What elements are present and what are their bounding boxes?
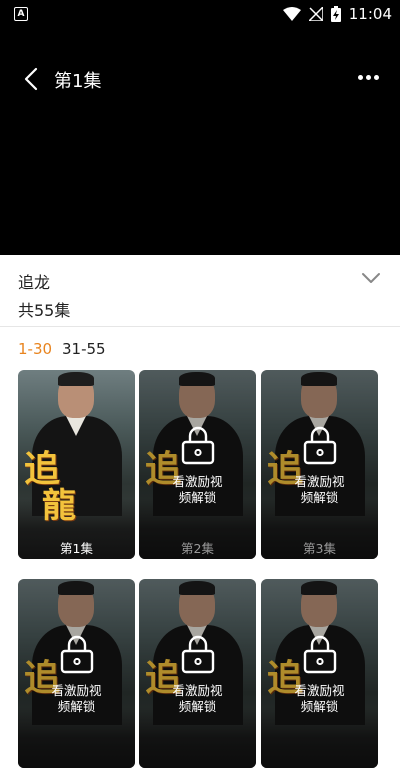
more-options-button[interactable] xyxy=(358,71,380,83)
unlock-hint: 看激励视 频解锁 xyxy=(261,474,378,506)
player-episode-title: 第1集 xyxy=(54,71,102,92)
back-button[interactable] xyxy=(20,66,44,92)
app-notification-icon: A xyxy=(14,7,28,21)
unlock-hint-line: 看激励视 xyxy=(172,474,223,489)
episode-count: 共55集 xyxy=(18,301,71,320)
wifi-icon xyxy=(282,7,301,21)
episode-label: 第3集 xyxy=(303,541,336,556)
unlock-hint-line: 频解锁 xyxy=(300,490,339,505)
more-dot-icon xyxy=(358,74,363,80)
unlock-hint-line: 看激励视 xyxy=(51,683,102,698)
more-dot-icon xyxy=(366,74,371,80)
unlock-hint-line: 看激励视 xyxy=(294,474,345,489)
no-signal-icon xyxy=(308,7,323,21)
lock-icon xyxy=(181,635,215,674)
lock-icon xyxy=(181,426,215,465)
unlock-hint-line: 看激励视 xyxy=(172,683,223,698)
unlock-hint-line: 频解锁 xyxy=(300,699,339,714)
episode-card-1[interactable]: 追 龍 第1集 xyxy=(18,370,135,559)
divider xyxy=(0,326,400,327)
lock-icon xyxy=(60,635,94,674)
unlock-hint-line: 看激励视 xyxy=(294,683,345,698)
status-bar: A 11:04 xyxy=(0,0,400,28)
range-tab-31-55[interactable]: 31-55 xyxy=(62,340,106,358)
episode-poster: 追 龍 xyxy=(18,370,135,559)
show-title: 追龙 xyxy=(18,273,51,292)
unlock-hint-line: 频解锁 xyxy=(178,699,217,714)
lock-icon xyxy=(303,635,337,674)
episode-card-3[interactable]: 追 看激励视 频解锁 第3集 xyxy=(261,370,378,559)
episode-card-5[interactable]: 追 看激励视 频解锁 xyxy=(139,579,256,768)
battery-charging-icon xyxy=(330,6,341,22)
more-dot-icon xyxy=(374,74,379,80)
unlock-hint: 看激励视 频解锁 xyxy=(139,683,256,715)
unlock-hint-line: 频解锁 xyxy=(57,699,96,714)
unlock-hint-line: 频解锁 xyxy=(178,490,217,505)
lock-icon xyxy=(303,426,337,465)
range-tab-1-30[interactable]: 1-30 xyxy=(18,340,52,358)
chevron-left-icon xyxy=(24,67,38,91)
expand-button[interactable] xyxy=(360,268,382,288)
episode-card-2[interactable]: 追 看激励视 频解锁 第2集 xyxy=(139,370,256,559)
clock: 11:04 xyxy=(348,5,392,23)
chevron-down-icon xyxy=(362,273,380,283)
episode-card-4[interactable]: 追 看激励视 频解锁 xyxy=(18,579,135,768)
video-player[interactable]: 第1集 xyxy=(0,28,400,255)
episode-card-6[interactable]: 追 看激励视 频解锁 xyxy=(261,579,378,768)
unlock-hint: 看激励视 频解锁 xyxy=(261,683,378,715)
episode-label: 第2集 xyxy=(181,541,214,556)
poster-logo-char: 龍 xyxy=(42,486,76,526)
status-icons: 11:04 xyxy=(282,4,392,24)
unlock-hint: 看激励视 频解锁 xyxy=(139,474,256,506)
episode-label: 第1集 xyxy=(60,541,93,556)
unlock-hint: 看激励视 频解锁 xyxy=(18,683,135,715)
